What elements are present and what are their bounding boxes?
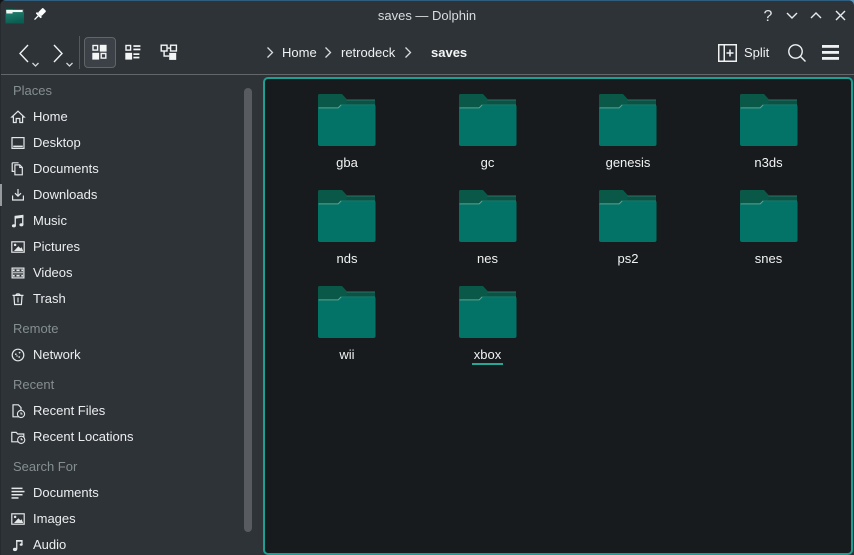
- svg-text:?: ?: [764, 8, 773, 25]
